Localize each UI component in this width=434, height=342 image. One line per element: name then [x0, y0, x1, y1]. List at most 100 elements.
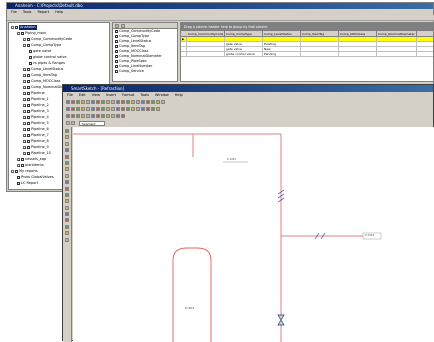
tree-item[interactable]: + Pipeline_6 [23, 127, 49, 132]
expand-icon[interactable]: + [23, 80, 27, 84]
tree-checkbox[interactable] [27, 128, 30, 131]
tree-item[interactable]: + Comp_MOCClass [23, 79, 60, 84]
properties-icon[interactable] [151, 100, 155, 104]
copy-icon[interactable] [91, 100, 95, 104]
table-cell[interactable]: globe control valve [225, 52, 263, 56]
tree-checkbox[interactable] [29, 50, 32, 53]
tree-checkbox[interactable] [27, 110, 30, 113]
help-icon[interactable] [156, 100, 160, 104]
arrow-icon[interactable] [101, 114, 105, 118]
bring-front-icon[interactable] [106, 114, 110, 118]
extend-icon[interactable] [156, 107, 160, 111]
valve-tool-icon[interactable] [65, 205, 69, 210]
col-header[interactable]: Comp_MOCClass [339, 31, 377, 36]
symbol-icon[interactable] [101, 107, 105, 111]
cut-icon[interactable] [86, 100, 90, 104]
table-row[interactable]: globe control valve Pending [181, 52, 433, 57]
color-icon[interactable] [81, 114, 85, 118]
line-icon[interactable] [66, 107, 70, 111]
pipe-tool-icon[interactable] [65, 199, 69, 204]
expand-icon[interactable]: + [23, 152, 27, 156]
tree-item[interactable]: + vessels_eqp [17, 157, 46, 162]
field-checkbox[interactable] [115, 45, 118, 48]
group-icon[interactable] [126, 107, 130, 111]
expand-icon[interactable]: + [23, 110, 27, 114]
col-header[interactable]: Comp_ItemTag [301, 31, 339, 36]
tree-item[interactable]: - Comp_CommodityCode [23, 37, 72, 42]
text-tool-icon[interactable] [65, 173, 69, 178]
field-list-sort-icon[interactable] [115, 23, 119, 28]
tree-checkbox[interactable] [27, 116, 30, 119]
table-cell[interactable] [377, 52, 417, 56]
table-cell[interactable] [187, 37, 225, 41]
expand-icon[interactable]: + [23, 74, 27, 78]
sketch-menu-view[interactable]: View [92, 92, 100, 98]
pan-icon[interactable] [121, 100, 125, 104]
table-cell[interactable]: gate valve [225, 42, 263, 46]
mirror-icon[interactable] [146, 107, 150, 111]
circle-icon[interactable] [76, 107, 80, 111]
table-cell[interactable] [301, 42, 339, 46]
label-tool-icon[interactable] [65, 237, 69, 242]
field-checkbox[interactable] [115, 65, 118, 68]
redo-icon[interactable] [106, 100, 110, 104]
table-cell[interactable]: New [263, 47, 301, 51]
expand-icon[interactable]: + [23, 134, 27, 138]
tree-item[interactable]: + Pipeline_2 [23, 103, 49, 108]
tree-checkbox[interactable] [27, 44, 30, 47]
tree-item[interactable]: + Pipeline_3 [23, 109, 49, 114]
grid-icon[interactable] [136, 100, 140, 104]
rotate-icon[interactable] [141, 107, 145, 111]
field-list-item[interactable]: Comp_Service [113, 69, 177, 74]
rect-tool-icon[interactable] [65, 154, 69, 159]
italic-icon[interactable] [71, 114, 75, 118]
expand-icon[interactable]: + [23, 146, 27, 150]
undo-icon[interactable] [101, 100, 105, 104]
col-header[interactable]: Comp_NominalDiameter [377, 31, 417, 36]
ungroup-icon[interactable] [131, 107, 135, 111]
tree-checkbox[interactable] [29, 62, 32, 65]
snap-icon[interactable] [141, 100, 145, 104]
select-tool-icon[interactable] [65, 129, 69, 133]
drawing-canvas[interactable]: P-1042 P-1043 D-404 [73, 127, 434, 342]
tree-checkbox[interactable] [27, 134, 30, 137]
select-icon[interactable] [66, 121, 70, 125]
expand-icon[interactable]: + [17, 158, 21, 162]
tree-checkbox[interactable] [29, 56, 32, 59]
expand-icon[interactable]: + [17, 164, 21, 168]
collapse-icon[interactable]: - [11, 170, 14, 174]
sketch-menu-tools[interactable]: Tools [140, 92, 149, 98]
tree-item[interactable]: + plantitems [17, 163, 44, 168]
tree-item[interactable]: - My reports [11, 169, 38, 174]
instrument-tool-icon[interactable] [65, 212, 69, 217]
polygon-icon[interactable] [86, 107, 90, 111]
tree-checkbox[interactable] [27, 146, 30, 149]
field-checkbox[interactable] [115, 30, 118, 33]
tree-checkbox[interactable] [27, 92, 30, 95]
tree-checkbox[interactable] [27, 68, 30, 71]
tree-item[interactable]: + Pipeline_7 [23, 133, 49, 138]
table-cell[interactable] [301, 52, 339, 56]
collapse-icon[interactable]: - [11, 26, 14, 30]
line-style-icon[interactable] [91, 114, 95, 118]
send-back-icon[interactable] [111, 114, 115, 118]
table-cell[interactable] [301, 37, 339, 41]
align-icon[interactable] [136, 107, 140, 111]
tree-checkbox[interactable] [27, 74, 30, 77]
tree-checkbox[interactable] [27, 80, 30, 83]
tree-item[interactable]: + Pipeline_4 [23, 115, 49, 120]
sketch-menu-window[interactable]: Window [155, 92, 169, 98]
col-header[interactable]: Comp_CompType [225, 31, 263, 36]
field-checkbox[interactable] [115, 35, 118, 38]
underline-icon[interactable] [76, 114, 80, 118]
pump-tool-icon[interactable] [65, 224, 69, 229]
expand-icon[interactable]: + [23, 104, 27, 108]
field-checkbox[interactable] [115, 60, 118, 63]
tree-checkbox[interactable] [27, 140, 30, 143]
arc-tool-icon[interactable] [65, 141, 69, 146]
tree-checkbox[interactable] [15, 26, 18, 29]
polygon-tool-icon[interactable] [65, 167, 69, 172]
dimension-icon[interactable] [96, 107, 100, 111]
tree-checkbox[interactable] [21, 164, 24, 167]
segment-combo[interactable]: Segment [79, 120, 105, 126]
